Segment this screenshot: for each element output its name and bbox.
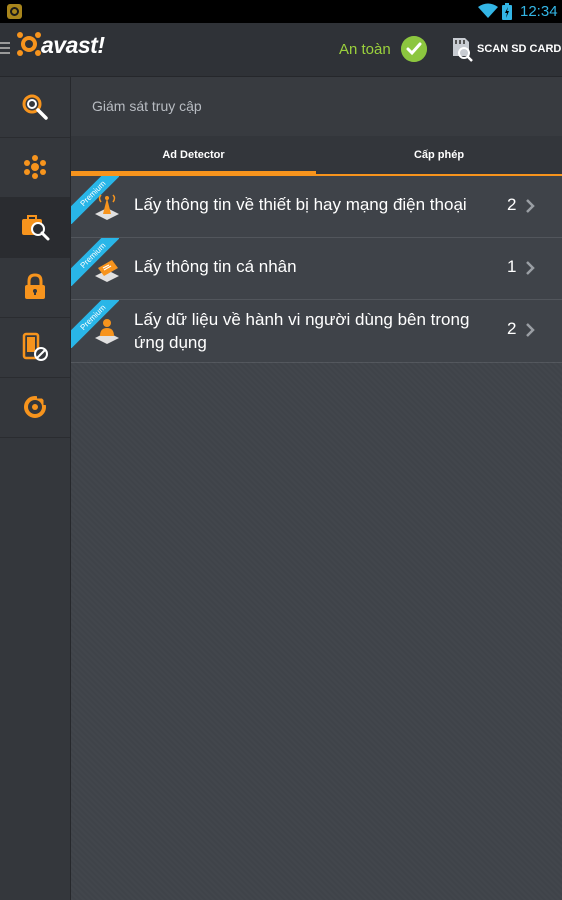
tab-bar: Ad Detector Cấp phép xyxy=(71,136,562,176)
drawer-menu-icon[interactable] xyxy=(0,42,10,57)
scan-sd-card-button[interactable]: SCAN SD CARD xyxy=(477,43,561,55)
protection-status-text: An toàn xyxy=(339,41,391,58)
signal-tower-icon xyxy=(95,194,119,220)
tab-permissions[interactable]: Cấp phép xyxy=(316,136,562,172)
section-title: Giám sát truy cập xyxy=(92,98,202,114)
sidebar xyxy=(0,77,71,900)
user-icon xyxy=(95,319,119,344)
avast-logo-icon[interactable] xyxy=(14,29,44,59)
list-item-label: Lấy dữ liệu về hành vi người dùng bên tr… xyxy=(134,310,470,352)
wifi-icon xyxy=(478,3,498,18)
status-ok-check-icon xyxy=(401,36,427,62)
sidebar-item-call-filter[interactable] xyxy=(0,317,70,378)
ad-detector-list: Premium Lấy thông tin về thiết bị hay mạ… xyxy=(71,176,562,363)
status-time: 12:34 xyxy=(520,3,558,20)
sidebar-item-anti-theft[interactable] xyxy=(0,377,70,438)
id-card-icon xyxy=(95,260,119,282)
list-item[interactable]: Premium Lấy thông tin về thiết bị hay mạ… xyxy=(71,176,562,238)
tab-ad-detector[interactable]: Ad Detector xyxy=(71,136,316,172)
shield-nodes-icon xyxy=(24,155,46,179)
list-item-count: 2 xyxy=(507,195,517,214)
sidebar-item-shields[interactable] xyxy=(0,137,70,198)
lock-icon xyxy=(25,273,45,299)
chevron-right-icon xyxy=(526,199,535,213)
scan-icon xyxy=(22,94,48,120)
chevron-right-icon xyxy=(526,261,535,275)
main-content: Giám sát truy cập Ad Detector Cấp phép P… xyxy=(71,77,562,900)
section-header: Giám sát truy cập xyxy=(71,77,562,136)
status-bar: 12:34 xyxy=(0,0,562,23)
anti-theft-icon xyxy=(24,395,47,418)
privacy-advisor-icon xyxy=(22,215,50,241)
sidebar-item-privacy-advisor[interactable] xyxy=(0,197,70,258)
sd-card-scan-icon[interactable] xyxy=(450,36,474,62)
list-item[interactable]: Premium Lấy dữ liệu về hành vi người dùn… xyxy=(71,300,562,363)
list-item[interactable]: Premium Lấy thông tin cá nhân 1 xyxy=(71,238,562,300)
chevron-right-icon xyxy=(526,323,535,337)
sidebar-item-app-locking[interactable] xyxy=(0,257,70,318)
app-bar: avast! An toàn SCAN SD CARD xyxy=(0,23,562,77)
list-item-label: Lấy thông tin về thiết bị hay mạng điện … xyxy=(134,195,467,214)
phone-block-icon xyxy=(22,332,48,361)
battery-icon xyxy=(502,3,512,20)
sidebar-item-scan[interactable] xyxy=(0,77,70,138)
notification-app-icon xyxy=(7,4,22,19)
list-item-label: Lấy thông tin cá nhân xyxy=(134,257,297,276)
list-item-count: 2 xyxy=(507,319,517,338)
empty-area xyxy=(71,362,562,900)
app-logo-text: avast! xyxy=(41,32,105,58)
list-item-count: 1 xyxy=(507,257,517,276)
